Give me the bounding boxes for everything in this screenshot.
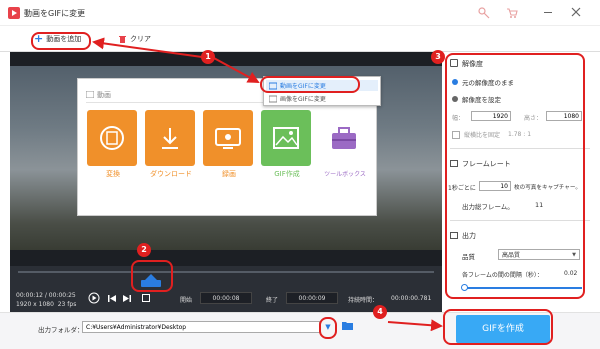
callout-number-4: 4	[373, 305, 387, 319]
callout-number-2: 2	[137, 243, 151, 257]
callout-number-1: 1	[201, 50, 215, 64]
callout-arrows	[92, 37, 443, 332]
callout-number-3: 3	[431, 50, 445, 64]
